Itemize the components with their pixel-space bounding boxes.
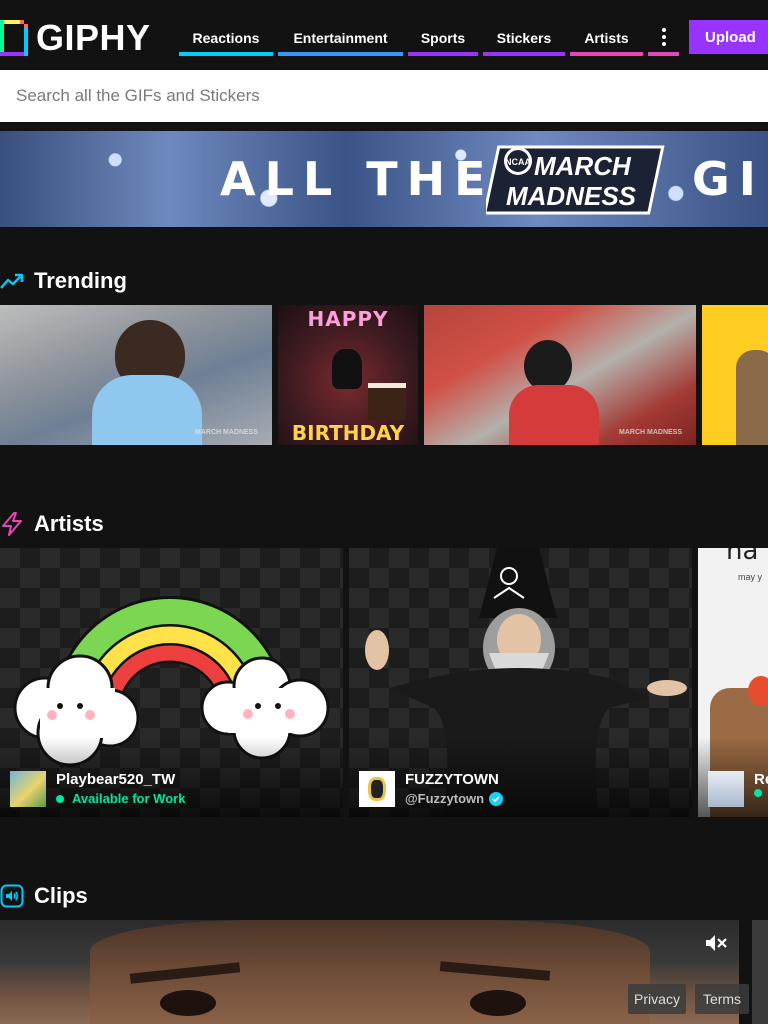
nav-label: Sports [420,30,466,46]
artist-card[interactable]: ha may y Re [698,548,768,817]
status-dot-icon [56,795,64,803]
nav-underline [648,52,679,56]
search-input[interactable] [0,70,768,122]
logo-wordmark: GIPHY [36,17,151,58]
terms-link[interactable]: Terms [695,984,749,1014]
vertical-dots-icon [661,28,666,46]
main-nav: Reactions Entertainment Sports Stickers … [179,20,684,56]
upload-button[interactable]: Upload [689,20,768,54]
artist-name[interactable]: Re [754,771,768,789]
artist-card[interactable]: Playbear520_TW Available for Work [0,548,343,817]
logo-line-1: MARCH [534,151,632,181]
artist-meta: Playbear520_TW Available for Work [10,771,185,809]
next-clip-preview[interactable] [752,920,768,1024]
ncaa-badge: NCAA [505,157,531,167]
avatar[interactable] [10,771,46,807]
trending-gif[interactable]: HAPPY BIRTHDAY [278,305,418,445]
nav-label: Entertainment [293,30,388,46]
artists-heading[interactable]: Artists [0,511,104,537]
upload-label: Upload [705,28,756,46]
giphy-logo[interactable]: GIPHY [0,20,151,56]
gif-caption-bottom: BIRTHDAY [291,421,405,445]
nav-artists[interactable]: Artists [570,20,643,56]
avatar[interactable] [359,771,395,807]
artists-title: Artists [34,511,104,536]
more-menu-button[interactable] [648,20,679,56]
nav-reactions[interactable]: Reactions [179,20,273,56]
nav-label: Stickers [496,30,552,46]
artist-card[interactable]: FUZZYTOWN @Fuzzytown [349,548,692,817]
nav-underline [179,52,273,56]
gif-character [332,349,362,389]
march-madness-banner[interactable]: ALL THE NCAA MARCH MADNESS GIFS [0,131,768,227]
speaker-icon [0,884,24,908]
status-dot-icon [754,789,762,797]
card-apple [748,676,768,706]
terms-label: Terms [702,991,742,1007]
gif-cake [368,383,406,420]
verified-check-icon [489,792,504,806]
card-text-sub: may y [738,572,763,582]
privacy-label: Privacy [634,991,680,1007]
clips-title: Clips [34,883,88,908]
artist-handle[interactable]: @Fuzzytown [405,789,484,809]
giphy-logo-icon [0,20,28,56]
privacy-link[interactable]: Privacy [628,984,686,1014]
gif-figure [736,350,768,445]
search-bar [0,70,768,122]
banner-text-right: GIFS [692,152,768,206]
muted-speaker-icon [706,935,727,951]
clip-eye-right [470,990,526,1016]
nav-underline [483,52,565,56]
nav-stickers[interactable]: Stickers [483,20,565,56]
gif-watermark: MARCH MADNESS [619,429,682,436]
artist-meta: FUZZYTOWN @Fuzzytown [359,771,504,809]
gif-caption-top: HAPPY [307,307,389,331]
artist-meta: Re [708,771,768,807]
trending-title: Trending [34,268,127,293]
fuzzy-avatar-icon [368,777,386,801]
trending-up-icon [0,269,24,293]
avatar[interactable] [708,771,744,807]
trending-heading[interactable]: Trending [0,268,127,294]
nav-label: Reactions [192,30,260,46]
nav-underline [570,52,643,56]
clip-eye-left [160,990,216,1016]
trending-gif[interactable]: MARCH MADNESS [424,305,696,445]
availability-status: Available for Work [72,791,186,806]
march-madness-logo: NCAA MARCH MADNESS [486,145,665,215]
logo-line-2: MADNESS [506,181,637,211]
gif-figure-shirt [509,385,599,445]
clips-heading[interactable]: Clips [0,883,88,909]
card-text-top: ha [726,548,759,566]
nav-underline [408,52,478,56]
trending-gif[interactable] [702,305,768,445]
artist-name[interactable]: Playbear520_TW [56,771,185,789]
trending-gif[interactable]: MARCH MADNESS [0,305,272,445]
mute-toggle-button[interactable] [700,928,732,958]
lightning-icon [0,512,24,536]
nav-label: Artists [584,30,629,46]
nav-sports[interactable]: Sports [408,20,478,56]
gif-watermark: MARCH MADNESS [195,429,258,436]
nav-underline [278,52,403,56]
banner-text-left: ALL THE [220,152,495,206]
nav-entertainment[interactable]: Entertainment [278,20,403,56]
gif-figure-jersey [92,375,202,445]
artist-name[interactable]: FUZZYTOWN [405,771,503,789]
